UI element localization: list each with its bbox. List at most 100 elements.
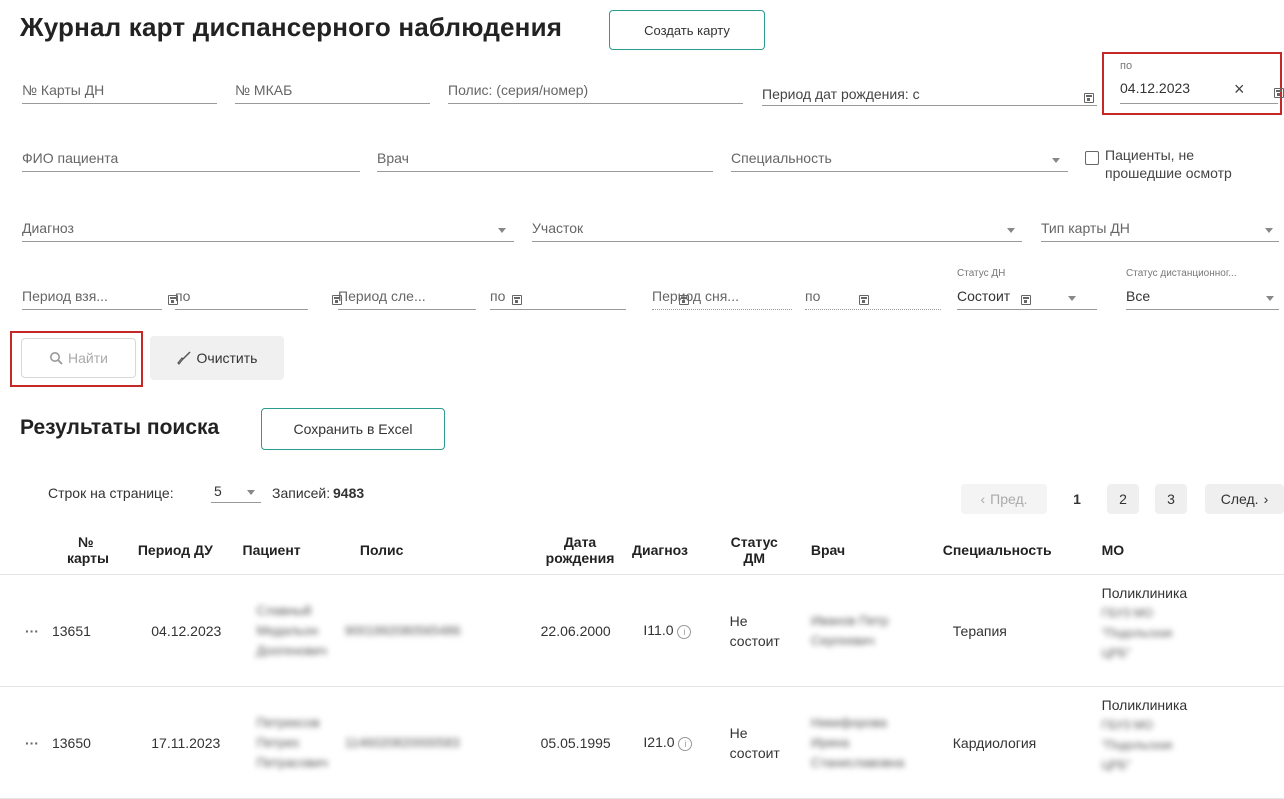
cell-period: 04.12.2023 bbox=[123, 574, 228, 687]
patient-name-field[interactable]: ФИО пациента bbox=[22, 150, 360, 172]
cell-status: Не состоит bbox=[705, 574, 803, 687]
doctor-line: Ирина bbox=[810, 734, 850, 750]
birth-to-label: по bbox=[1120, 60, 1133, 72]
col-doctor[interactable]: Врач bbox=[802, 526, 930, 575]
not-examined-checkbox[interactable] bbox=[1085, 151, 1099, 165]
patient-line: Медальон bbox=[256, 622, 319, 638]
cell-mo: Поликлиника ГБУЗ МО "Подольская ЦРБ" bbox=[1064, 686, 1284, 799]
patient-line: Петрасович bbox=[256, 754, 328, 770]
cell-policy: 9001992080565486 bbox=[327, 574, 496, 687]
results-title: Результаты поиска bbox=[20, 416, 220, 439]
not-examined-label-line1: Пациенты, не bbox=[1105, 147, 1194, 163]
taken-period-to[interactable]: по bbox=[175, 288, 308, 310]
rows-per-page-select[interactable]: 5 bbox=[211, 481, 261, 503]
save-excel-button[interactable]: Сохранить в Excel bbox=[261, 408, 445, 450]
mo-line: "Подольская bbox=[1101, 626, 1173, 640]
next-page-button[interactable]: След. › bbox=[1205, 484, 1284, 514]
doctor-field[interactable]: Врач bbox=[377, 150, 713, 172]
mo-blurred: ГБУЗ МО "Подольская ЦРБ" bbox=[1102, 715, 1284, 775]
taken-period-from[interactable]: Период взя... bbox=[22, 288, 162, 310]
calendar-icon[interactable] bbox=[1273, 88, 1284, 98]
status-line: состоит bbox=[729, 744, 780, 761]
next-period-from[interactable]: Период сле... bbox=[338, 288, 476, 310]
col-diagnosis[interactable]: Диагноз bbox=[614, 526, 706, 575]
col-mo[interactable]: МО bbox=[1064, 526, 1284, 575]
patient-line: Петрех bbox=[256, 734, 300, 750]
prev-page-button[interactable]: ‹ Пред. bbox=[961, 484, 1047, 514]
clear-button[interactable]: Очистить bbox=[150, 336, 284, 380]
col-status-line1: Статус bbox=[730, 534, 778, 550]
table-row[interactable]: ··· 13650 17.11.2023 Петрексов Петрех Петр… bbox=[0, 686, 1284, 799]
policy-field[interactable]: Полис: (серия/номер) bbox=[448, 82, 743, 104]
card-type-select[interactable]: Тип карты ДН bbox=[1041, 220, 1279, 242]
search-icon bbox=[50, 352, 63, 365]
cell-mo: Поликлиника ГБУЗ МО "Подольская ЦРБ" bbox=[1064, 574, 1284, 687]
broom-icon bbox=[176, 351, 191, 365]
specialty-select[interactable]: Специальность bbox=[731, 150, 1068, 172]
prev-page-label: Пред. bbox=[990, 491, 1028, 507]
next-period-to[interactable]: по bbox=[490, 288, 626, 310]
create-card-button[interactable]: Создать карту bbox=[609, 10, 765, 50]
info-icon[interactable]: i bbox=[678, 736, 693, 751]
col-period[interactable]: Период ДУ bbox=[123, 526, 228, 575]
rows-per-page-label: Строк на странице: bbox=[48, 485, 174, 501]
col-birth-line2: рождения bbox=[545, 550, 615, 566]
cell-diagnosis: I11.0 i bbox=[614, 574, 706, 687]
col-birth[interactable]: Дата рождения bbox=[495, 526, 615, 575]
cell-patient: Петрексов Петрех Петрасович bbox=[227, 686, 328, 799]
col-policy[interactable]: Полис bbox=[327, 526, 496, 575]
birth-to-underline bbox=[1120, 103, 1278, 104]
info-icon[interactable]: i bbox=[677, 624, 692, 639]
chevron-down-icon bbox=[498, 228, 506, 233]
col-card-no[interactable]: № карты bbox=[44, 526, 124, 575]
find-button[interactable]: Найти bbox=[21, 338, 136, 378]
col-patient[interactable]: Пациент bbox=[227, 526, 328, 575]
doctor-line: Иванов Петр bbox=[810, 612, 889, 628]
page-button[interactable]: 1 bbox=[1061, 484, 1093, 514]
chevron-left-icon: ‹ bbox=[980, 491, 986, 507]
mo-line: "Подольская bbox=[1101, 738, 1173, 752]
chevron-down-icon bbox=[247, 490, 255, 495]
mo-blurred: ГБУЗ МО "Подольская ЦРБ" bbox=[1102, 603, 1284, 663]
birth-from-field[interactable] bbox=[762, 105, 1097, 106]
cell-birth: 22.06.2000 bbox=[495, 574, 615, 687]
clear-date-icon[interactable]: × bbox=[1234, 80, 1245, 98]
mkab-field[interactable]: № МКАБ bbox=[235, 82, 430, 104]
card-no-field[interactable]: № Карты ДН bbox=[22, 82, 217, 104]
clear-button-label: Очистить bbox=[196, 350, 258, 366]
removed-period-from[interactable]: Период сня... bbox=[652, 288, 792, 310]
col-birth-line1: Дата bbox=[563, 534, 597, 550]
page-button[interactable]: 2 bbox=[1107, 484, 1139, 514]
district-select[interactable]: Участок bbox=[532, 220, 1022, 242]
mo-line: ЦРБ" bbox=[1101, 646, 1131, 660]
cell-doctor: Никифорова Ирина Станиславовна bbox=[802, 686, 930, 799]
doctor-line: Станиславовна bbox=[810, 754, 905, 770]
cell-diagnosis: I21.0 i bbox=[614, 686, 706, 799]
table-row[interactable]: ··· 13651 04.12.2023 Славный Медальон Доог… bbox=[0, 574, 1284, 687]
patient-line: Славный bbox=[256, 602, 312, 618]
page-button[interactable]: 3 bbox=[1155, 484, 1187, 514]
status-dn-select[interactable]: Состоит bbox=[957, 288, 1097, 310]
chevron-down-icon bbox=[1068, 296, 1076, 301]
chevron-down-icon bbox=[1266, 296, 1274, 301]
diagnosis-select[interactable]: Диагноз bbox=[22, 220, 514, 242]
chevron-right-icon: › bbox=[1263, 491, 1269, 507]
removed-period-to[interactable]: по bbox=[805, 288, 941, 310]
row-menu-icon[interactable]: ··· bbox=[0, 686, 45, 799]
not-examined-label-line2: прошедшие осмотр bbox=[1105, 165, 1232, 181]
remote-status-select[interactable]: Все bbox=[1126, 288, 1279, 310]
cell-status: Не состоит bbox=[705, 686, 803, 799]
col-status-line2: ДМ bbox=[743, 550, 766, 566]
mo-line: Поликлиника bbox=[1101, 585, 1188, 601]
cell-card-no: 13651 bbox=[44, 574, 124, 687]
col-card-no-line1: № bbox=[77, 534, 94, 550]
calendar-icon[interactable] bbox=[1084, 93, 1094, 103]
col-menu bbox=[0, 526, 45, 575]
col-specialty[interactable]: Специальность bbox=[929, 526, 1065, 575]
row-menu-icon[interactable]: ··· bbox=[0, 574, 45, 687]
birth-to-field[interactable]: 04.12.2023 bbox=[1120, 80, 1190, 96]
cell-card-no: 13650 bbox=[44, 686, 124, 799]
col-status[interactable]: Статус ДМ bbox=[705, 526, 803, 575]
not-examined-label: Пациенты, не прошедшие осмотр bbox=[1105, 146, 1232, 182]
chevron-down-icon bbox=[1052, 158, 1060, 163]
